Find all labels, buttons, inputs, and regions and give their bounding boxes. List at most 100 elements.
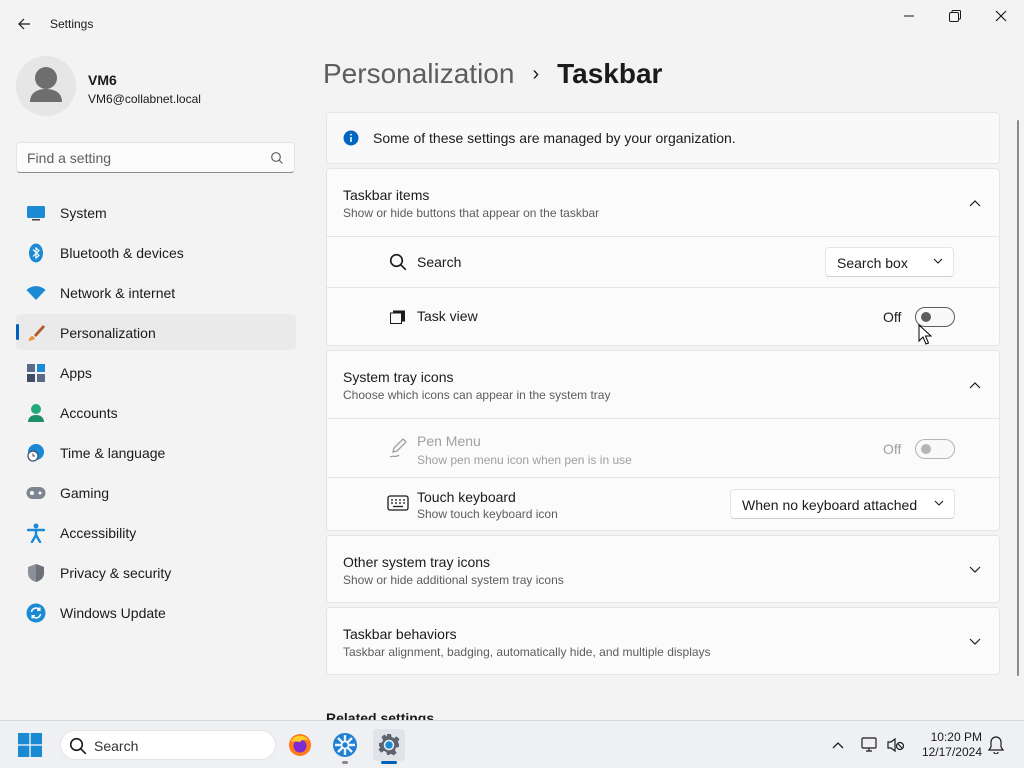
scrollbar[interactable] — [1016, 120, 1020, 680]
back-arrow-icon — [18, 18, 30, 30]
network-monitor-icon — [861, 737, 877, 752]
sidebar-item-bluetooth[interactable]: Bluetooth & devices — [16, 234, 296, 270]
toggle-knob — [921, 312, 931, 322]
chevron-down-icon — [934, 500, 944, 506]
sidebar-item-accounts[interactable]: Accounts — [16, 394, 296, 430]
notifications-button[interactable] — [986, 735, 1006, 755]
gamepad-icon — [26, 483, 46, 503]
card-title: System tray icons — [343, 369, 454, 385]
taskbar-items-card: Taskbar items Show or hide buttons that … — [326, 168, 1000, 346]
close-button[interactable] — [978, 4, 1024, 28]
sidebar-item-system[interactable]: System — [16, 194, 296, 230]
sidebar-item-accessibility[interactable]: Accessibility — [16, 514, 296, 550]
chevron-up-icon[interactable] — [967, 377, 983, 393]
update-icon — [26, 603, 46, 623]
taskbar-behaviors-card[interactable]: Taskbar behaviors Taskbar alignment, bad… — [326, 607, 1000, 675]
shield-icon — [26, 563, 46, 583]
pen-menu-toggle[interactable] — [915, 439, 955, 459]
system-tray-header[interactable]: System tray icons Choose which icons can… — [327, 351, 999, 419]
sidebar-item-label: System — [60, 205, 107, 221]
search-icon — [271, 152, 283, 164]
close-icon — [995, 10, 1007, 22]
start-button[interactable] — [18, 733, 42, 757]
sidebar-item-label: Personalization — [60, 325, 156, 341]
back-button[interactable] — [12, 12, 36, 36]
info-text: Some of these settings are managed by yo… — [373, 130, 736, 146]
minimize-button[interactable] — [886, 4, 932, 28]
sidebar-item-personalization[interactable]: Personalization — [16, 314, 296, 350]
taskbar-app-settings[interactable] — [373, 729, 405, 764]
search-icon — [387, 251, 409, 273]
globe-clock-icon — [26, 443, 46, 463]
dropdown-value: When no keyboard attached — [742, 497, 918, 513]
sidebar-item-network[interactable]: Network & internet — [16, 274, 296, 310]
restore-button[interactable] — [932, 4, 978, 28]
toggle-state-label: Off — [883, 441, 902, 457]
minimize-icon — [904, 15, 914, 17]
pen-icon — [387, 437, 409, 459]
chevron-down-icon — [933, 258, 943, 264]
sidebar-item-gaming[interactable]: Gaming — [16, 474, 296, 510]
sidebar-item-label: Privacy & security — [60, 565, 172, 581]
sidebar-item-label: Network & internet — [60, 285, 176, 301]
card-title: Taskbar items — [343, 187, 430, 203]
info-icon — [343, 130, 359, 146]
sidebar-item-time-language[interactable]: Time & language — [16, 434, 296, 470]
search-mode-dropdown[interactable]: Search box — [825, 247, 954, 277]
chevron-up-icon[interactable] — [967, 195, 983, 211]
card-subtitle: Show or hide additional system tray icon… — [343, 573, 564, 587]
volume-button[interactable] — [886, 735, 906, 755]
toggle-knob — [921, 444, 931, 454]
task-view-icon — [387, 306, 409, 328]
running-indicator — [381, 761, 397, 764]
sidebar-nav: System Bluetooth & devices Network & int… — [16, 194, 296, 634]
app-title: Settings — [50, 17, 94, 31]
sidebar-item-windows-update[interactable]: Windows Update — [16, 594, 296, 630]
keyboard-icon — [387, 492, 409, 514]
row-title: Touch keyboard — [417, 489, 516, 505]
taskbar-app-network[interactable] — [329, 729, 361, 764]
touch-keyboard-dropdown[interactable]: When no keyboard attached — [730, 489, 955, 519]
running-indicator — [342, 761, 348, 764]
breadcrumb-parent[interactable]: Personalization — [323, 58, 514, 90]
taskbar-search[interactable]: Search — [60, 730, 276, 760]
bell-icon — [988, 736, 1004, 754]
breadcrumb: Personalization › Taskbar — [323, 58, 662, 90]
card-subtitle: Show or hide buttons that appear on the … — [343, 206, 600, 220]
sidebar-item-label: Accessibility — [60, 525, 137, 541]
system-icon — [26, 203, 46, 223]
page-title: Taskbar — [557, 58, 663, 89]
row-subtitle: Show touch keyboard icon — [417, 507, 558, 521]
taskbar-search-label: Search — [94, 738, 139, 754]
settings-search-box[interactable] — [16, 142, 295, 173]
search-setting-row: Search Search box — [327, 237, 999, 287]
network-status-button[interactable] — [860, 735, 880, 755]
managed-info-bar: Some of these settings are managed by yo… — [326, 112, 1000, 164]
taskbar-app-firefox[interactable] — [284, 729, 316, 761]
show-hidden-icons-button[interactable] — [828, 735, 848, 755]
taskbar-clock[interactable]: 10:20 PM 12/17/2024 — [908, 730, 982, 760]
apps-icon — [26, 363, 46, 383]
other-tray-icons-card[interactable]: Other system tray icons Show or hide add… — [326, 535, 1000, 603]
toggle-state-label: Off — [883, 309, 902, 325]
chevron-down-icon[interactable] — [967, 634, 983, 650]
sidebar-item-apps[interactable]: Apps — [16, 354, 296, 390]
user-avatar-icon — [30, 67, 62, 102]
sidebar-item-label: Apps — [60, 365, 92, 381]
bluetooth-icon — [26, 243, 46, 263]
row-title: Task view — [417, 308, 478, 324]
pen-menu-row: Pen Menu Show pen menu icon when pen is … — [327, 419, 999, 477]
scrollbar-thumb[interactable] — [1017, 120, 1019, 676]
chevron-up-icon — [832, 742, 844, 749]
sidebar-item-privacy[interactable]: Privacy & security — [16, 554, 296, 590]
accessibility-icon — [26, 523, 46, 543]
avatar[interactable] — [16, 56, 76, 116]
gear-icon — [378, 734, 400, 756]
paintbrush-icon — [26, 323, 46, 343]
chevron-down-icon[interactable] — [967, 562, 983, 578]
volume-muted-icon — [887, 737, 905, 753]
row-subtitle: Show pen menu icon when pen is in use — [417, 453, 632, 467]
search-input[interactable] — [27, 149, 267, 167]
system-tray-card: System tray icons Choose which icons can… — [326, 350, 1000, 531]
taskbar-items-header[interactable]: Taskbar items Show or hide buttons that … — [327, 169, 999, 237]
